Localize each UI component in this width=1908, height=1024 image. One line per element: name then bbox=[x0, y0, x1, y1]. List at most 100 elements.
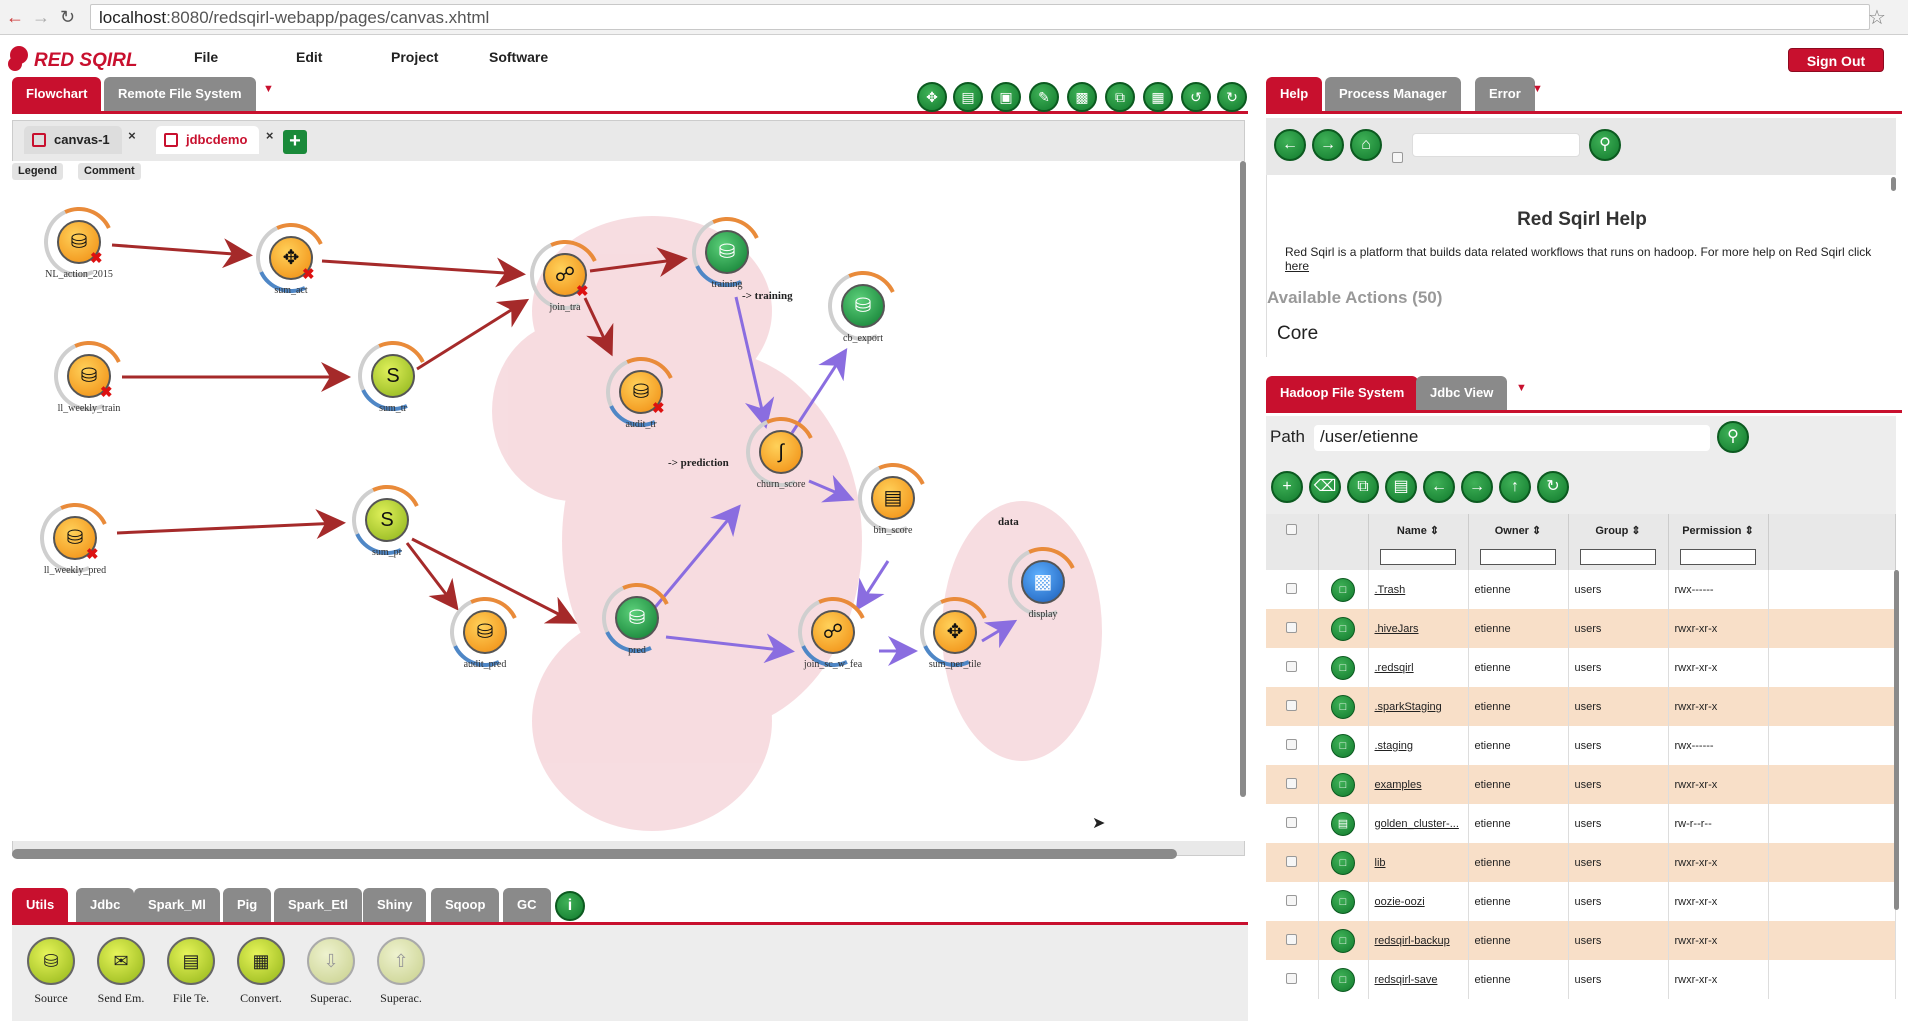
copy-icon[interactable]: ⧉ bbox=[1105, 82, 1135, 112]
reload-icon[interactable]: ↻ bbox=[60, 7, 75, 28]
menu-edit[interactable]: Edit bbox=[296, 49, 322, 65]
folder-icon[interactable]: □ bbox=[1331, 889, 1355, 914]
file-name[interactable]: redsqirl-backup bbox=[1368, 921, 1469, 960]
address-bar[interactable]: localhost:8080/redsqirl-webapp/pages/can… bbox=[90, 4, 1870, 30]
node-join-sc-w-fea[interactable]: ☍ join_sc_w_fea bbox=[788, 587, 878, 677]
print-icon[interactable]: ▩ bbox=[1067, 82, 1097, 112]
column-group[interactable]: Group ⇕ bbox=[1568, 514, 1669, 570]
node-pred[interactable]: ⛁ pred bbox=[592, 573, 682, 663]
table-row[interactable]: □ .redsqirl etienne users rwxr-xr-x bbox=[1266, 648, 1896, 687]
node-churn-score[interactable]: ∫ churn_score bbox=[736, 407, 826, 497]
file-name[interactable]: oozie-oozi bbox=[1368, 882, 1469, 921]
fs-refresh-icon[interactable]: ↻ bbox=[1537, 471, 1569, 503]
folder-icon[interactable]: □ bbox=[1331, 577, 1355, 602]
node-join-tra[interactable]: ☍ ✖ join_tra bbox=[520, 230, 610, 320]
palette-tab-pig[interactable]: Pig bbox=[223, 888, 272, 922]
filter-group-input[interactable] bbox=[1580, 549, 1656, 565]
row-checkbox[interactable] bbox=[1286, 816, 1298, 828]
tool-superaction-1[interactable]: ⇩ Superac. bbox=[296, 937, 366, 1006]
back-icon[interactable]: ← bbox=[6, 7, 24, 28]
table-row[interactable]: □ redsqirl-save etienne users rwxr-xr-x bbox=[1266, 960, 1896, 999]
legend-button[interactable]: Legend bbox=[12, 163, 64, 180]
tab-error[interactable]: Error bbox=[1475, 77, 1535, 111]
folder-icon[interactable]: □ bbox=[1331, 655, 1355, 680]
tool-file-text[interactable]: ▤ File Te. bbox=[156, 937, 226, 1006]
table-row[interactable]: □ .sparkStaging etienne users rwxr-xr-x bbox=[1266, 687, 1896, 726]
paste-icon[interactable]: ▦ bbox=[1143, 82, 1173, 112]
tool-convert[interactable]: ▦ Convert. bbox=[226, 937, 296, 1006]
tab-help[interactable]: Help bbox=[1266, 77, 1323, 111]
path-search-icon[interactable]: ⚲ bbox=[1717, 421, 1749, 453]
help-back-icon[interactable]: ← bbox=[1274, 129, 1306, 161]
tab-flowchart[interactable]: Flowchart bbox=[12, 77, 102, 111]
filter-name-input[interactable] bbox=[1380, 549, 1456, 565]
file-name[interactable]: .sparkStaging bbox=[1368, 687, 1469, 726]
undo-icon[interactable]: ↺ bbox=[1181, 82, 1211, 112]
folder-icon[interactable]: □ bbox=[1331, 772, 1355, 797]
fs-delete-icon[interactable]: ⌫ bbox=[1309, 471, 1341, 503]
row-checkbox[interactable] bbox=[1286, 972, 1298, 984]
row-checkbox[interactable] bbox=[1286, 894, 1298, 906]
select-all-icon[interactable]: ✥ bbox=[917, 82, 947, 112]
column-name[interactable]: Name ⇕ bbox=[1368, 514, 1469, 570]
info-icon[interactable]: i bbox=[555, 891, 585, 921]
sign-out-button[interactable]: Sign Out bbox=[1788, 48, 1884, 72]
help-search-input[interactable] bbox=[1412, 133, 1580, 157]
canvas-tab-jdbcdemo[interactable]: jdbcdemo × bbox=[156, 126, 273, 154]
save-icon[interactable]: ▣ bbox=[991, 82, 1021, 112]
folder-icon[interactable]: □ bbox=[1331, 733, 1355, 758]
folder-icon[interactable]: □ bbox=[1331, 967, 1355, 992]
tab-menu-caret-icon[interactable]: ▼ bbox=[263, 83, 274, 95]
help-forward-icon[interactable]: → bbox=[1312, 129, 1344, 161]
folder-icon[interactable]: □ bbox=[1331, 616, 1355, 641]
file-name[interactable]: .staging bbox=[1368, 726, 1469, 765]
menu-software[interactable]: Software bbox=[489, 49, 548, 65]
palette-tab-gc[interactable]: GC bbox=[503, 888, 551, 922]
file-name[interactable]: .redsqirl bbox=[1368, 648, 1469, 687]
tool-send-email[interactable]: ✉ Send Em. bbox=[86, 937, 156, 1006]
path-input[interactable]: /user/etienne bbox=[1314, 425, 1710, 451]
tab-menu-caret-icon[interactable]: ▼ bbox=[1516, 382, 1527, 394]
node-sum-per-tile[interactable]: ✥ sum_per_tile bbox=[910, 587, 1000, 677]
tab-remote-file-system[interactable]: Remote File System bbox=[104, 77, 256, 111]
help-here-link[interactable]: here bbox=[1285, 259, 1309, 273]
flowchart-canvas[interactable]: Legend Comment -> training -> prediction… bbox=[12, 161, 1245, 841]
filter-owner-input[interactable] bbox=[1480, 549, 1556, 565]
row-checkbox[interactable] bbox=[1286, 660, 1298, 672]
comment-button[interactable]: Comment bbox=[78, 163, 141, 180]
menu-project[interactable]: Project bbox=[391, 49, 438, 65]
row-checkbox[interactable] bbox=[1286, 933, 1298, 945]
star-icon[interactable]: ☆ bbox=[1868, 5, 1886, 30]
table-row[interactable]: ▤ golden_cluster-... etienne users rw-r--r-- bbox=[1266, 804, 1896, 843]
table-row[interactable]: □ .staging etienne users rwx------ bbox=[1266, 726, 1896, 765]
row-checkbox[interactable] bbox=[1286, 582, 1298, 594]
fs-copy-icon[interactable]: ⧉ bbox=[1347, 471, 1379, 503]
node-bin-score[interactable]: ▤ bin_score bbox=[848, 453, 938, 543]
tool-source[interactable]: ⛁ Source bbox=[16, 937, 86, 1006]
node-audit-tr[interactable]: ⛁ ✖ audit_tr bbox=[596, 347, 686, 437]
filter-permission-input[interactable] bbox=[1680, 549, 1756, 565]
add-canvas-button[interactable]: + bbox=[283, 130, 307, 154]
close-icon[interactable]: × bbox=[266, 122, 274, 150]
file-icon[interactable]: ▤ bbox=[1331, 811, 1355, 836]
folder-icon[interactable]: □ bbox=[1331, 694, 1355, 719]
close-icon[interactable]: × bbox=[128, 122, 136, 150]
row-checkbox[interactable] bbox=[1286, 777, 1298, 789]
row-checkbox[interactable] bbox=[1286, 621, 1298, 633]
folder-icon[interactable]: □ bbox=[1331, 928, 1355, 953]
palette-tab-spark-etl[interactable]: Spark_Etl bbox=[274, 888, 362, 922]
node-nl-action-2015[interactable]: ⛁ ✖ NL_action_2015 bbox=[34, 197, 124, 287]
table-row[interactable]: □ .hiveJars etienne users rwxr-xr-x bbox=[1266, 609, 1896, 648]
row-checkbox[interactable] bbox=[1286, 738, 1298, 750]
open-icon[interactable]: ▤ bbox=[953, 82, 983, 112]
palette-tab-spark-ml[interactable]: Spark_Ml bbox=[134, 888, 220, 922]
menu-file[interactable]: File bbox=[194, 49, 218, 65]
node-ll-weekly-pred[interactable]: ⛁ ✖ ll_weekly_pred bbox=[30, 493, 120, 583]
node-sum-tr[interactable]: Ssum_tr bbox=[348, 331, 438, 421]
tab-menu-caret-icon[interactable]: ▼ bbox=[1532, 83, 1543, 95]
folder-icon[interactable]: □ bbox=[1331, 850, 1355, 875]
column-permission[interactable]: Permission ⇕ bbox=[1668, 514, 1769, 570]
node-audit-pred[interactable]: ⛁ audit_pred bbox=[440, 587, 530, 677]
fs-back-icon[interactable]: ← bbox=[1423, 471, 1455, 503]
palette-tab-utils[interactable]: Utils bbox=[12, 888, 69, 922]
